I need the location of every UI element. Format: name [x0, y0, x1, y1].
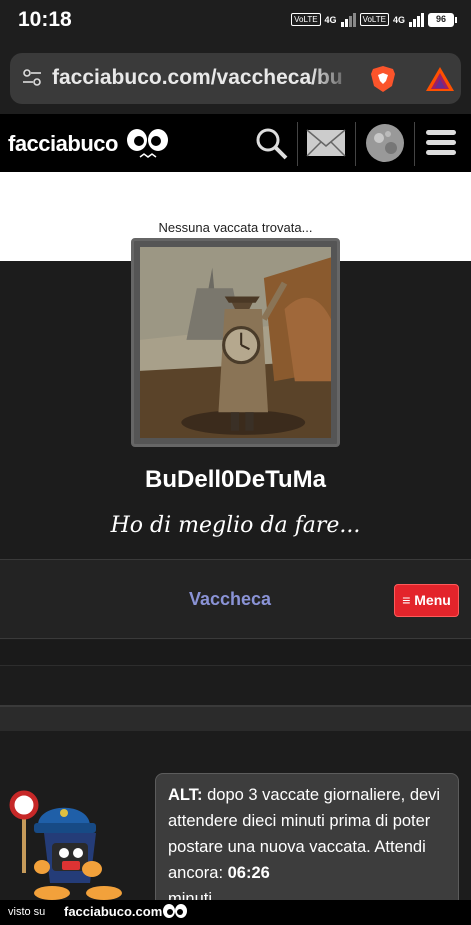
- signal-icon: [409, 12, 424, 27]
- section-bar: [0, 705, 471, 731]
- alert-prefix: ALT:: [168, 786, 203, 804]
- divider: [0, 640, 471, 666]
- site-header: facciabuco: [0, 114, 471, 172]
- system-indicators: VoLTE 4G VoLTE 4G 96: [291, 12, 457, 27]
- site-logo[interactable]: facciabuco: [8, 131, 118, 157]
- browser-toolbar: facciabuco.com/vaccheca/bu: [0, 44, 471, 114]
- network-type: 4G: [392, 14, 405, 25]
- mail-icon[interactable]: [305, 120, 347, 166]
- menu-button[interactable]: ≡ Menu: [394, 584, 459, 617]
- hamburger-menu-icon[interactable]: [422, 120, 460, 166]
- profile-navbar: Vaccheca ≡ Menu: [0, 559, 471, 639]
- police-mascot-icon: [9, 790, 122, 900]
- clock: 10:18: [18, 8, 72, 31]
- watermark-eyes-icon: [163, 904, 187, 918]
- brave-shields-icon[interactable]: [368, 64, 398, 94]
- search-icon[interactable]: [252, 120, 292, 166]
- url-text[interactable]: facciabuco.com/vaccheca/bu: [52, 66, 352, 90]
- profile-picture[interactable]: [131, 238, 340, 447]
- watermark-footer: visto su facciabuco.com: [0, 900, 471, 925]
- alert-text: dopo 3 vaccate giornaliere, devi attende…: [168, 786, 441, 882]
- profile-image: [140, 247, 331, 438]
- profile-motto: Ho di meglio da fare...: [110, 513, 361, 538]
- spacer: [0, 667, 471, 705]
- no-posts-message: Nessuna vaccata trovata...: [158, 220, 313, 235]
- post-limit-alert: ALT: dopo 3 vaccate giornaliere, devi at…: [155, 773, 459, 908]
- volte-badge: VoLTE: [359, 13, 389, 26]
- vaccheca-title[interactable]: Vaccheca: [0, 589, 460, 610]
- status-bar: 10:18 VoLTE 4G VoLTE 4G 96: [0, 0, 471, 44]
- user-avatar-icon[interactable]: [362, 120, 408, 166]
- logo-eyes-icon: [127, 129, 168, 158]
- site-settings-icon[interactable]: [22, 69, 42, 87]
- battery-level: 96: [428, 12, 454, 27]
- signal-icon: [340, 12, 356, 27]
- network-type: 4G: [324, 14, 337, 25]
- alert-countdown: 06:26: [227, 864, 270, 882]
- address-bar[interactable]: facciabuco.com/vaccheca/bu: [10, 53, 461, 104]
- volte-badge: VoLTE: [291, 13, 321, 26]
- brave-rewards-icon[interactable]: [424, 65, 456, 93]
- watermark-label: visto su: [8, 906, 46, 918]
- battery-icon: 96: [428, 12, 457, 27]
- watermark-site: facciabuco.com: [64, 904, 163, 919]
- screen: 10:18 VoLTE 4G VoLTE 4G 96 facciabuco.co…: [0, 0, 471, 925]
- profile-username: BuDell0DeTuMa: [145, 466, 326, 493]
